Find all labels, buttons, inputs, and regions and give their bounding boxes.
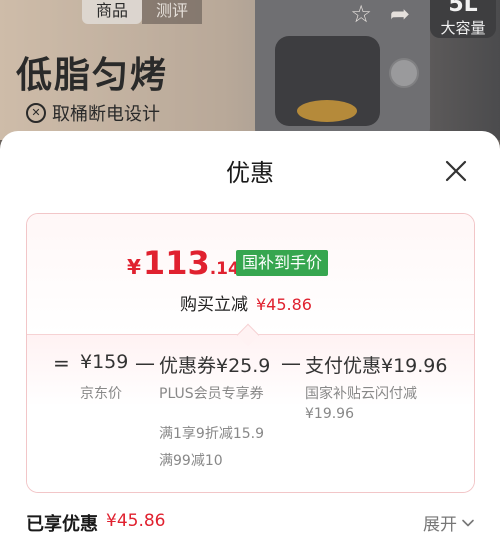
price-currency: ¥ [127, 255, 141, 279]
close-button[interactable] [440, 155, 472, 187]
share-icon[interactable]: ➦ [390, 0, 410, 28]
product-page-background: 商品 测评 低脂匀烤 ✕ 取桶断电设计 ☆ ➦ 5L 大容量 [0, 0, 500, 140]
total-discount-label: 已享优惠 [26, 514, 98, 535]
discount-summary: 已享优惠 ¥45.86 展开 [26, 508, 475, 538]
equals-sign: = [53, 351, 70, 375]
minus-sign: — [281, 351, 301, 375]
star-icon[interactable]: ☆ [350, 0, 372, 28]
expand-label: 展开 [423, 515, 457, 535]
subsidy-price-tag: 国补到手价 [236, 250, 329, 276]
breakdown-formula: = ¥159 京东价 — 优惠券¥25.9 PLUS会员专享券 满1享9折减15… [27, 335, 474, 492]
payment-note: 国家补贴云闪付减 [305, 386, 417, 402]
coupon-discount: 优惠券¥25.9 [159, 355, 271, 377]
tab-product[interactable]: 商品 [82, 0, 143, 24]
page: 商品 测评 低脂匀烤 ✕ 取桶断电设计 ☆ ➦ 5L 大容量 优惠 ¥ 113 … [0, 0, 500, 541]
top-actions: ☆ ➦ [350, 0, 410, 28]
close-icon [445, 160, 467, 182]
payment-discount: 支付优惠¥19.96 [305, 355, 448, 377]
coupon-note-detail: 满1享9折减15.9 [159, 426, 264, 442]
banner-feature-text: 取桶断电设计 [52, 104, 160, 125]
banner-headline: 低脂匀烤 [16, 55, 169, 96]
knob [389, 58, 419, 88]
price-breakdown: = ¥159 京东价 — 优惠券¥25.9 PLUS会员专享券 满1享9折减15… [27, 334, 474, 492]
banner-feature: ✕ 取桶断电设计 [26, 100, 160, 126]
total-discount-amount: ¥45.86 [106, 511, 166, 531]
power-off-icon: ✕ [26, 103, 46, 123]
list-price: ¥159 [80, 351, 129, 373]
product-tabs: 商品 测评 [82, 0, 203, 24]
coupon-note: PLUS会员专享券 [159, 386, 264, 402]
price-integer: 113 [142, 244, 210, 282]
final-price: ¥ 113 .14 [127, 244, 240, 282]
minus-sign: — [135, 351, 155, 375]
discount-card: ¥ 113 .14 国补到手价 购买立减 ¥45.86 = ¥159 京东价 —… [26, 213, 475, 493]
capacity-badge: 5L 大容量 [430, 0, 496, 38]
expand-button[interactable]: 展开 [423, 510, 475, 535]
discount-sheet: 优惠 ¥ 113 .14 国补到手价 购买立减 ¥45.86 = ¥159 京东… [0, 131, 500, 541]
reduction-amount: ¥45.86 [256, 295, 312, 314]
capacity-number: 5L [448, 0, 478, 17]
coupon-note-extra: 满99减10 [159, 453, 223, 469]
instant-reduction: 购买立减 ¥45.86 [180, 290, 312, 315]
list-price-note: 京东价 [80, 386, 122, 402]
reduction-label: 购买立减 [180, 295, 248, 315]
payment-note-amount: ¥19.96 [305, 406, 354, 422]
chevron-down-icon [462, 519, 474, 526]
sheet-title: 优惠 [226, 159, 274, 187]
capacity-text: 大容量 [440, 19, 486, 37]
air-fryer-window [275, 36, 380, 126]
final-price-section: ¥ 113 .14 国补到手价 购买立减 ¥45.86 [27, 214, 474, 334]
tab-review[interactable]: 测评 [142, 0, 203, 24]
